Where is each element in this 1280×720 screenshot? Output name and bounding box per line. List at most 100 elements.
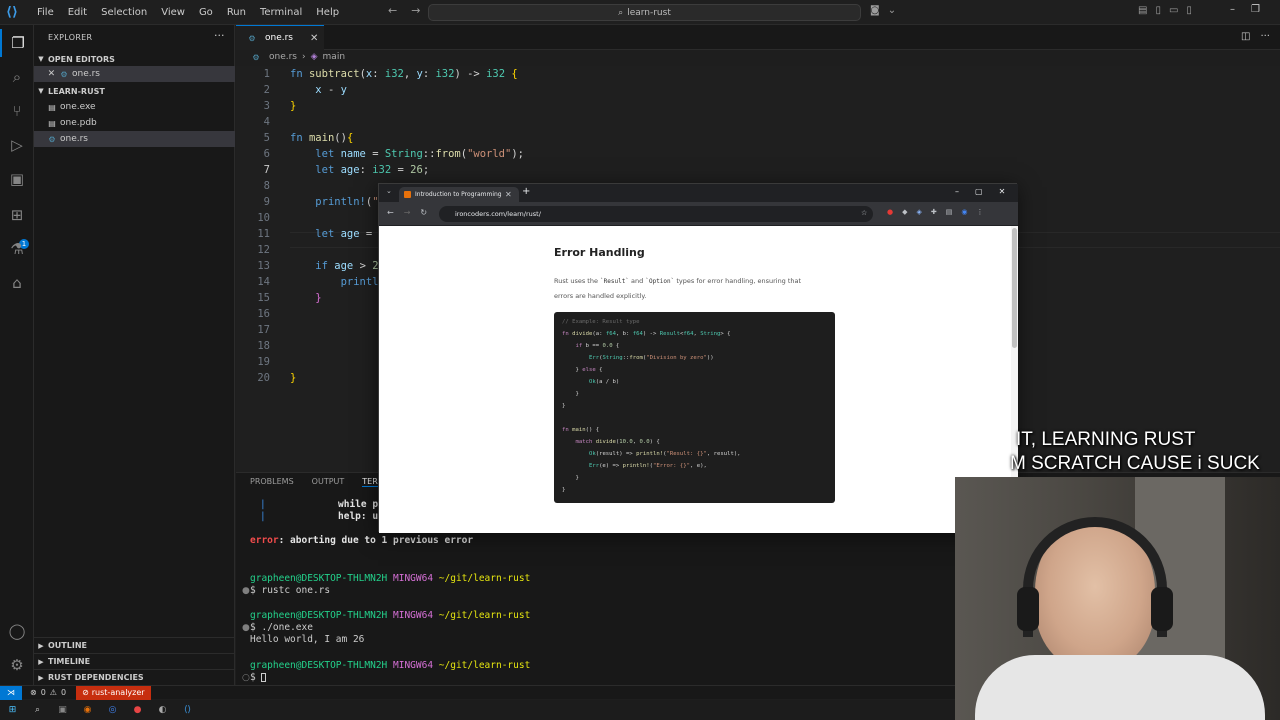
close-icon[interactable]: ✕: [34, 69, 58, 79]
minimize-icon[interactable]: –: [1230, 4, 1235, 15]
menu-selection[interactable]: Selection: [94, 0, 154, 25]
extension-icon[interactable]: ◈: [917, 208, 922, 216]
toggle-panel-icon[interactable]: ▭: [1169, 5, 1178, 16]
outline-section[interactable]: ▶ OUTLINE: [34, 637, 235, 653]
close-icon[interactable]: ✕: [310, 33, 318, 44]
menu-terminal[interactable]: Terminal: [253, 0, 309, 25]
warning-count: 0: [60, 688, 67, 697]
copilot-menu[interactable]: ◙ ⌄: [870, 5, 896, 16]
browser-tab-bar: ⌄ Introduction to Programming ✕ + – ▢ ✕: [379, 184, 1018, 202]
bookmark-star-icon[interactable]: ☆: [861, 209, 867, 217]
tab-search-icon[interactable]: ⌄: [386, 187, 392, 195]
forward-arrow-icon[interactable]: →: [411, 4, 420, 17]
project-section[interactable]: ▼ LEARN-RUST: [34, 83, 235, 99]
rust-dependencies-section[interactable]: ▶ RUST DEPENDENCIES: [34, 669, 235, 685]
tab-output[interactable]: OUTPUT: [312, 477, 345, 487]
command-status-dot-icon: ●: [242, 586, 250, 596]
browser-tab[interactable]: Introduction to Programming ✕: [399, 187, 519, 202]
explorer-icon[interactable]: ❐: [0, 29, 34, 57]
testing-icon[interactable]: ⚗: [0, 235, 34, 263]
toggle-primary-sidebar-icon[interactable]: ▯: [1155, 5, 1161, 16]
extension-icon[interactable]: ●: [887, 208, 893, 216]
app-icon[interactable]: ◐: [156, 704, 169, 717]
terminal-input-line[interactable]: $: [250, 672, 267, 683]
vscode-icon[interactable]: ⟨⟩: [181, 704, 194, 717]
breadcrumb-symbol[interactable]: main: [323, 52, 346, 62]
back-arrow-icon[interactable]: ←: [388, 4, 397, 17]
chrome-icon[interactable]: ◎: [106, 704, 119, 717]
customize-layout-icon[interactable]: ▤: [1138, 5, 1147, 16]
open-editors-section[interactable]: ▼ OPEN EDITORS: [34, 51, 235, 67]
menu-file[interactable]: File: [30, 0, 61, 25]
task-view-icon[interactable]: ▣: [56, 704, 69, 717]
windows-start-icon[interactable]: ⊞: [6, 704, 19, 717]
open-editor-item[interactable]: ✕ ⚙ one.rs: [34, 66, 235, 82]
toggle-secondary-sidebar-icon[interactable]: ▯: [1186, 5, 1192, 16]
back-arrow-icon[interactable]: ←: [387, 208, 394, 217]
accounts-icon[interactable]: ◯: [0, 617, 34, 645]
split-editor-icon[interactable]: ◫: [1241, 31, 1250, 42]
search-icon[interactable]: ⌕: [31, 704, 44, 717]
close-icon[interactable]: ✕: [999, 187, 1006, 196]
command-status-dot-icon: ●: [242, 623, 250, 633]
app-icon[interactable]: ◉: [81, 704, 94, 717]
search-icon[interactable]: ⌕: [0, 63, 34, 91]
chevron-right-icon: ›: [302, 52, 306, 62]
command-status-dot-icon: ○: [242, 673, 250, 683]
menu-help[interactable]: Help: [309, 0, 346, 25]
profile-avatar-icon[interactable]: ◉: [961, 208, 967, 216]
file-item[interactable]: ▤ one.pdb: [34, 115, 235, 131]
breadcrumb-file[interactable]: one.rs: [269, 52, 297, 62]
code-example-block: // Example: Result type fn divide(a: f64…: [554, 312, 835, 503]
address-bar[interactable]: ironcoders.com/learn/rust/: [439, 206, 873, 222]
minimize-icon[interactable]: –: [955, 187, 959, 196]
scrollbar-thumb[interactable]: [1012, 228, 1017, 348]
code-text: fn subtract(x: i32, y: i32) -> i32 {: [290, 68, 518, 80]
timeline-section[interactable]: ▶ TIMELINE: [34, 653, 235, 669]
source-control-icon[interactable]: ⑂: [0, 97, 34, 125]
extensions-icon[interactable]: ⊞: [0, 201, 34, 229]
tab-problems[interactable]: PROBLEMS: [250, 477, 294, 487]
remote-indicator-icon[interactable]: ⋊: [0, 685, 22, 700]
file-icon: ▤: [48, 102, 56, 112]
github-actions-icon[interactable]: ⌂: [0, 269, 34, 297]
more-actions-icon[interactable]: ···: [214, 29, 225, 42]
terminal-prompt-line: grapheen@DESKTOP-THLMN2H MINGW64 ~/git/l…: [250, 573, 531, 584]
terminal-prompt-line: grapheen@DESKTOP-THLMN2H MINGW64 ~/git/l…: [250, 660, 531, 671]
open-editors-label: OPEN EDITORS: [48, 54, 115, 64]
new-tab-icon[interactable]: +: [522, 186, 530, 197]
menu-run[interactable]: Run: [220, 0, 253, 25]
rust-analyzer-status[interactable]: ⊘ rust-analyzer: [76, 685, 151, 700]
manage-gear-icon[interactable]: ⚙: [0, 651, 34, 679]
run-debug-icon[interactable]: ▷: [0, 131, 34, 159]
browser-menu-icon[interactable]: ⋮: [977, 208, 984, 216]
page-heading: Error Handling: [554, 246, 645, 259]
site-favicon-icon: [404, 191, 411, 198]
tab-one-rs[interactable]: ⚙ one.rs ✕: [236, 25, 324, 50]
file-item[interactable]: ⚙ one.rs: [34, 131, 235, 147]
chevron-down-icon: ▼: [38, 55, 44, 63]
warning-icon: ⚠: [49, 688, 57, 697]
menu-edit[interactable]: Edit: [61, 0, 94, 25]
vscode-logo-icon: ⟨⟩: [6, 4, 18, 20]
extensions-puzzle-icon[interactable]: ✚: [931, 208, 937, 216]
restore-icon[interactable]: ❐: [1251, 4, 1260, 15]
close-icon[interactable]: ✕: [505, 190, 512, 199]
copilot-icon[interactable]: ◙: [870, 5, 880, 16]
extension-icon[interactable]: ▤: [946, 208, 953, 216]
tab-label: one.rs: [265, 33, 293, 43]
chevron-down-icon[interactable]: ⌄: [888, 5, 896, 16]
more-actions-icon[interactable]: ···: [1260, 31, 1270, 42]
forward-arrow-icon[interactable]: →: [404, 208, 411, 217]
menu-go[interactable]: Go: [192, 0, 220, 25]
remote-explorer-icon[interactable]: ▣: [0, 165, 34, 193]
file-item[interactable]: ▤ one.exe: [34, 99, 235, 115]
explorer-sidebar: EXPLORER ··· ▼ OPEN EDITORS ✕ ⚙ one.rs ▼…: [34, 25, 235, 685]
extension-icon[interactable]: ◆: [902, 208, 907, 216]
obs-icon[interactable]: ●: [131, 704, 144, 717]
problems-status[interactable]: ⊗ 0 ⚠ 0: [30, 688, 66, 697]
menu-view[interactable]: View: [154, 0, 192, 25]
reload-icon[interactable]: ↻: [420, 208, 427, 217]
command-center[interactable]: ⌕ learn-rust: [428, 4, 861, 21]
maximize-icon[interactable]: ▢: [975, 187, 983, 196]
